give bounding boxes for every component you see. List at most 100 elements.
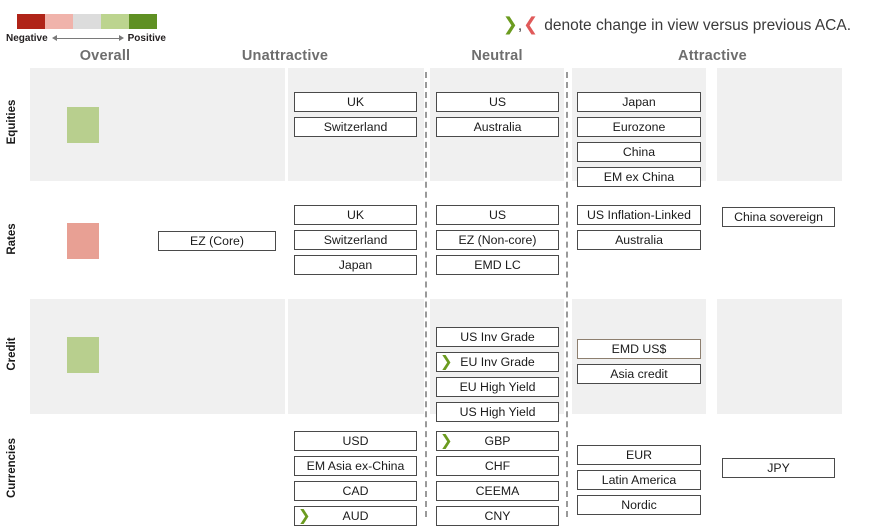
row-band-2-attractive_far <box>717 299 842 414</box>
asset-pill[interactable]: China <box>577 142 701 162</box>
scale-swatch-0 <box>17 14 45 29</box>
chevron-up-icon: ❯ <box>440 352 453 371</box>
sentiment-scale-axis: Negative Positive <box>6 31 166 46</box>
asset-pill[interactable]: EZ (Core) <box>158 231 276 251</box>
asset-allocation-grid: Equities UK Switzerland US Australia Japan Eur… <box>0 68 869 526</box>
chevron-up-icon: ❯ <box>440 431 453 450</box>
asset-pill-label: Japan <box>338 258 373 272</box>
asset-pill[interactable]: US High Yield <box>436 402 559 422</box>
asset-pill-label: Nordic <box>621 498 657 512</box>
scale-swatch-4 <box>129 14 157 29</box>
asset-pill[interactable]: UK <box>294 205 417 225</box>
asset-pill[interactable]: UK <box>294 92 417 112</box>
change-legend: ❯ , ❮ denote change in view versus previ… <box>503 16 851 35</box>
asset-pill[interactable]: CHF <box>436 456 559 476</box>
asset-pill[interactable]: EU High Yield <box>436 377 559 397</box>
asset-pill[interactable]: US <box>436 92 559 112</box>
column-header-unattractive: Unattractive <box>241 48 329 64</box>
scale-double-arrow-icon <box>51 34 124 43</box>
column-header-neutral: Neutral <box>471 48 523 64</box>
asset-pill[interactable]: JPY <box>722 458 835 478</box>
asset-pill[interactable]: EMD US$ <box>577 339 701 359</box>
asset-pill[interactable]: Japan <box>294 255 417 275</box>
asset-pill[interactable]: Nordic <box>577 495 701 515</box>
row-label-equities: Equities <box>6 99 18 145</box>
asset-pill[interactable]: Asia credit <box>577 364 701 384</box>
asset-pill[interactable]: China sovereign <box>722 207 835 227</box>
asset-pill[interactable]: Latin America <box>577 470 701 490</box>
row-band-0-attractive_far <box>717 68 842 181</box>
asset-pill-label: EM Asia ex-China <box>306 459 405 473</box>
column-header-attractive: Attractive <box>678 48 747 64</box>
asset-pill[interactable]: ❯ AUD <box>294 506 417 526</box>
asset-pill-label: EZ (Core) <box>190 234 244 248</box>
asset-pill[interactable]: Australia <box>577 230 701 250</box>
asset-pill-label: UK <box>346 95 365 109</box>
asset-pill-label: Asia credit <box>610 367 668 381</box>
asset-pill-label: AUD <box>342 509 369 523</box>
scale-swatch-1 <box>45 14 73 29</box>
asset-pill-label: CAD <box>342 484 369 498</box>
asset-pill-label: Switzerland <box>323 120 388 134</box>
asset-pill-label: GBP <box>484 434 511 448</box>
asset-pill-label: CNY <box>484 509 511 523</box>
asset-pill[interactable]: CEEMA <box>436 481 559 501</box>
asset-pill-label: US <box>488 95 507 109</box>
asset-pill[interactable]: Eurozone <box>577 117 701 137</box>
asset-pill-label: JPY <box>767 461 790 475</box>
asset-pill[interactable]: CAD <box>294 481 417 501</box>
asset-pill[interactable]: EZ (Non-core) <box>436 230 559 250</box>
column-divider-0 <box>425 72 427 517</box>
change-legend-separator: , <box>517 17 523 34</box>
asset-pill[interactable]: Switzerland <box>294 117 417 137</box>
asset-pill[interactable]: US Inflation-Linked <box>577 205 701 225</box>
row-label-currencies: Currencies <box>6 437 18 499</box>
asset-pill-label: EUR <box>626 448 652 462</box>
asset-pill[interactable]: ❯ GBP <box>436 431 559 451</box>
chevron-up-icon: ❯ <box>298 506 311 525</box>
overall-indicator-credit <box>67 337 99 373</box>
asset-pill-label: China sovereign <box>734 210 823 224</box>
asset-pill[interactable]: Japan <box>577 92 701 112</box>
overall-indicator-rates <box>67 223 99 259</box>
asset-pill-label: EU High Yield <box>459 380 536 394</box>
asset-pill-label: EMD US$ <box>611 342 667 356</box>
asset-pill[interactable]: EMD LC <box>436 255 559 275</box>
row-band-2-unattractive_far <box>145 299 285 414</box>
asset-pill-label: CHF <box>484 459 511 473</box>
asset-pill[interactable]: USD <box>294 431 417 451</box>
asset-pill[interactable]: US Inv Grade <box>436 327 559 347</box>
asset-pill-label: China <box>622 145 656 159</box>
asset-pill-label: EZ (Non-core) <box>458 233 537 247</box>
asset-pill-label: Switzerland <box>323 233 388 247</box>
chevron-up-icon: ❯ <box>502 14 518 35</box>
asset-pill-label: EMD LC <box>474 258 521 272</box>
asset-pill-label: UK <box>346 208 365 222</box>
change-legend-text: denote change in view versus previous AC… <box>544 17 851 34</box>
scale-swatch-2 <box>73 14 101 29</box>
row-band-0-unattractive_far <box>145 68 285 181</box>
overall-indicator-equities <box>67 107 99 143</box>
sentiment-colour-scale <box>17 14 157 29</box>
asset-pill-label: EM ex China <box>603 170 675 184</box>
asset-pill[interactable]: EUR <box>577 445 701 465</box>
asset-pill[interactable]: Australia <box>436 117 559 137</box>
column-header-overall: Overall <box>79 48 131 64</box>
asset-pill[interactable]: ❯ EU Inv Grade <box>436 352 559 372</box>
asset-pill[interactable]: CNY <box>436 506 559 526</box>
asset-pill-label: Eurozone <box>612 120 666 134</box>
asset-pill[interactable]: EM Asia ex-China <box>294 456 417 476</box>
asset-pill-label: EU Inv Grade <box>460 355 535 369</box>
asset-pill-label: US <box>488 208 507 222</box>
asset-pill-label: US Inflation-Linked <box>587 208 691 222</box>
asset-pill-label: US High Yield <box>459 405 536 419</box>
asset-pill-label: USD <box>342 434 369 448</box>
asset-pill[interactable]: Switzerland <box>294 230 417 250</box>
asset-pill[interactable]: US <box>436 205 559 225</box>
asset-pill-label: Japan <box>622 95 656 109</box>
row-label-rates: Rates <box>6 223 18 255</box>
asset-pill-label: Australia <box>615 233 663 247</box>
asset-pill[interactable]: EM ex China <box>577 167 701 187</box>
scale-positive-label: Positive <box>127 33 166 44</box>
asset-pill-label: Latin America <box>601 473 677 487</box>
